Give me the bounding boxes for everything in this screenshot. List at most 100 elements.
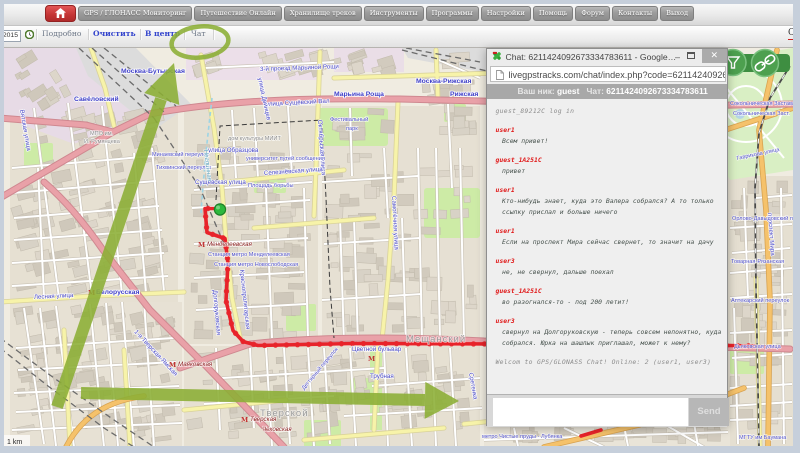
menu-item-5[interactable]: Программы (426, 6, 479, 21)
chat-message-text: Если на проспект Мира сейчас свернет, то… (496, 237, 724, 248)
building (450, 208, 468, 218)
chat-message: user3свернул на Долгоруковскую - теперь … (496, 316, 724, 350)
building (331, 262, 338, 267)
menu-item-8[interactable]: Форум (575, 6, 610, 21)
menu-item-10[interactable]: Выход (660, 6, 694, 21)
map-label: Станция метро Менделеевская (208, 252, 290, 258)
map-label: МГТУ им Баумана (739, 435, 787, 441)
chat-message-text: привет (496, 166, 724, 177)
building (186, 417, 202, 429)
building (241, 214, 254, 220)
building (114, 322, 123, 332)
toolbar-detailed[interactable]: Подробно (42, 29, 82, 38)
toolbar-separator (88, 29, 89, 40)
chat-message: guest_89212C log in (496, 106, 724, 117)
main-menu: GPS / ГЛОНАСС МониторингПутешествие Онла… (78, 6, 694, 21)
toolbar-chat[interactable]: Чат (191, 29, 206, 38)
chat-message-text: Кто-нибудь знает, куда это Валера собрал… (496, 196, 724, 218)
chat-system-message: Welcom to GPS/GLONASS Chat! Online: 2 (u… (496, 357, 724, 368)
map-label: М (198, 241, 205, 249)
building (230, 407, 237, 413)
building (740, 226, 760, 241)
map-label: университет путей сообщения (246, 155, 325, 162)
chat-username: user1 (496, 125, 724, 136)
chat-username: guest_1A251C (496, 286, 724, 297)
browser-viewport: GPS / ГЛОНАСС МониторингПутешествие Онла… (4, 4, 793, 446)
chat-username: user1 (496, 226, 724, 237)
chat-message-text: во разогнался-то - под 200 летит! (496, 297, 724, 308)
map-label: Москва-Бутырская (121, 68, 185, 75)
map-label: Тверская (250, 416, 277, 423)
building (263, 192, 277, 206)
map-label: Маяковская (178, 361, 213, 368)
toolbar-separator (36, 29, 37, 40)
chat-messages-area[interactable]: guest_89212C log inuser1Всем привет!gues… (487, 99, 728, 394)
building (469, 120, 476, 128)
building (228, 430, 238, 438)
building (194, 329, 213, 338)
chatid-value: 6211424092673334783611 (606, 86, 708, 96)
maximize-button[interactable] (687, 52, 695, 59)
clock-icon[interactable] (25, 30, 34, 39)
menu-item-2[interactable]: Путешествие Онлайн (194, 6, 281, 21)
map-label: Аптекарский переулок (731, 297, 790, 304)
chatid-group: Чат: 6211424092673334783611 (587, 84, 708, 99)
minimize-button[interactable]: – (671, 50, 685, 62)
map-label: парк (346, 126, 358, 132)
chat-window-title: Chat: 6211424092673334783611 - Google… (506, 52, 677, 62)
date-input[interactable]: 2015 (4, 30, 21, 42)
building (341, 194, 350, 203)
chat-username: user1 (496, 185, 724, 196)
chat-popup-window: Chat: 6211424092673334783611 - Google… –… (486, 48, 729, 426)
map-label: улица Образцова (208, 147, 259, 154)
map-label: Савёловский (74, 95, 119, 103)
map-label: Мещанский (406, 334, 466, 345)
menu-item-7[interactable]: Помощь (533, 6, 574, 21)
menu-item-3[interactable]: Хранилище треков (284, 6, 362, 21)
chat-input-strip: Send (487, 394, 728, 428)
map-label: метро Чистые пруды - Лубянка (482, 434, 563, 440)
toolbar-partial-item[interactable]: C (788, 28, 793, 40)
building (37, 358, 44, 367)
building (76, 370, 95, 383)
url-field[interactable]: livegpstracks.com/chat/index.php?code=62… (490, 66, 726, 82)
building (356, 252, 376, 263)
menu-item-4[interactable]: Инструменты (364, 6, 424, 21)
toolbar-separator (213, 29, 214, 40)
map-label: Орлово-Давыдовский пер. (732, 215, 793, 222)
building (464, 195, 470, 202)
building (460, 411, 470, 422)
chat-message-input[interactable] (493, 398, 688, 426)
close-button[interactable]: ✕ (702, 49, 728, 63)
building (364, 223, 379, 229)
home-button[interactable] (45, 5, 76, 22)
building (364, 274, 382, 281)
livegpstracks-icon (492, 51, 502, 61)
building (381, 119, 395, 133)
position-marker[interactable] (214, 203, 226, 215)
send-button[interactable]: Send (689, 398, 729, 426)
chat-window-titlebar[interactable]: Chat: 6211424092673334783611 - Google… –… (487, 49, 728, 63)
map-scale: 1 km (4, 435, 30, 447)
svg-text:1 km: 1 km (7, 439, 22, 446)
toolbar-center[interactable]: В центр (145, 29, 180, 38)
building (419, 167, 436, 175)
building (347, 153, 360, 162)
chat-message: guest_1A251Cпривет (496, 155, 724, 177)
link-button[interactable] (752, 49, 779, 76)
map-label: Чеховская (262, 426, 292, 433)
map-label: Сущёвская улица (195, 179, 246, 186)
nick-label: Ваш ник: (518, 86, 555, 96)
menu-item-9[interactable]: Контакты (612, 6, 658, 21)
menu-item-6[interactable]: Настройки (481, 6, 531, 21)
menu-item-1[interactable]: GPS / ГЛОНАСС Мониторинг (78, 6, 192, 21)
building (454, 106, 472, 115)
building (747, 420, 756, 429)
chat-message-text: Всем привет! (496, 136, 724, 147)
building (252, 317, 267, 331)
toolbar-clear[interactable]: Очистить (93, 29, 136, 38)
building (328, 234, 338, 247)
building (191, 194, 201, 206)
chat-header: Ваш ник: guest Чат: 62114240926733347836… (487, 84, 728, 99)
main-menu-bar: GPS / ГЛОНАСС МониторингПутешествие Онла… (4, 4, 793, 26)
